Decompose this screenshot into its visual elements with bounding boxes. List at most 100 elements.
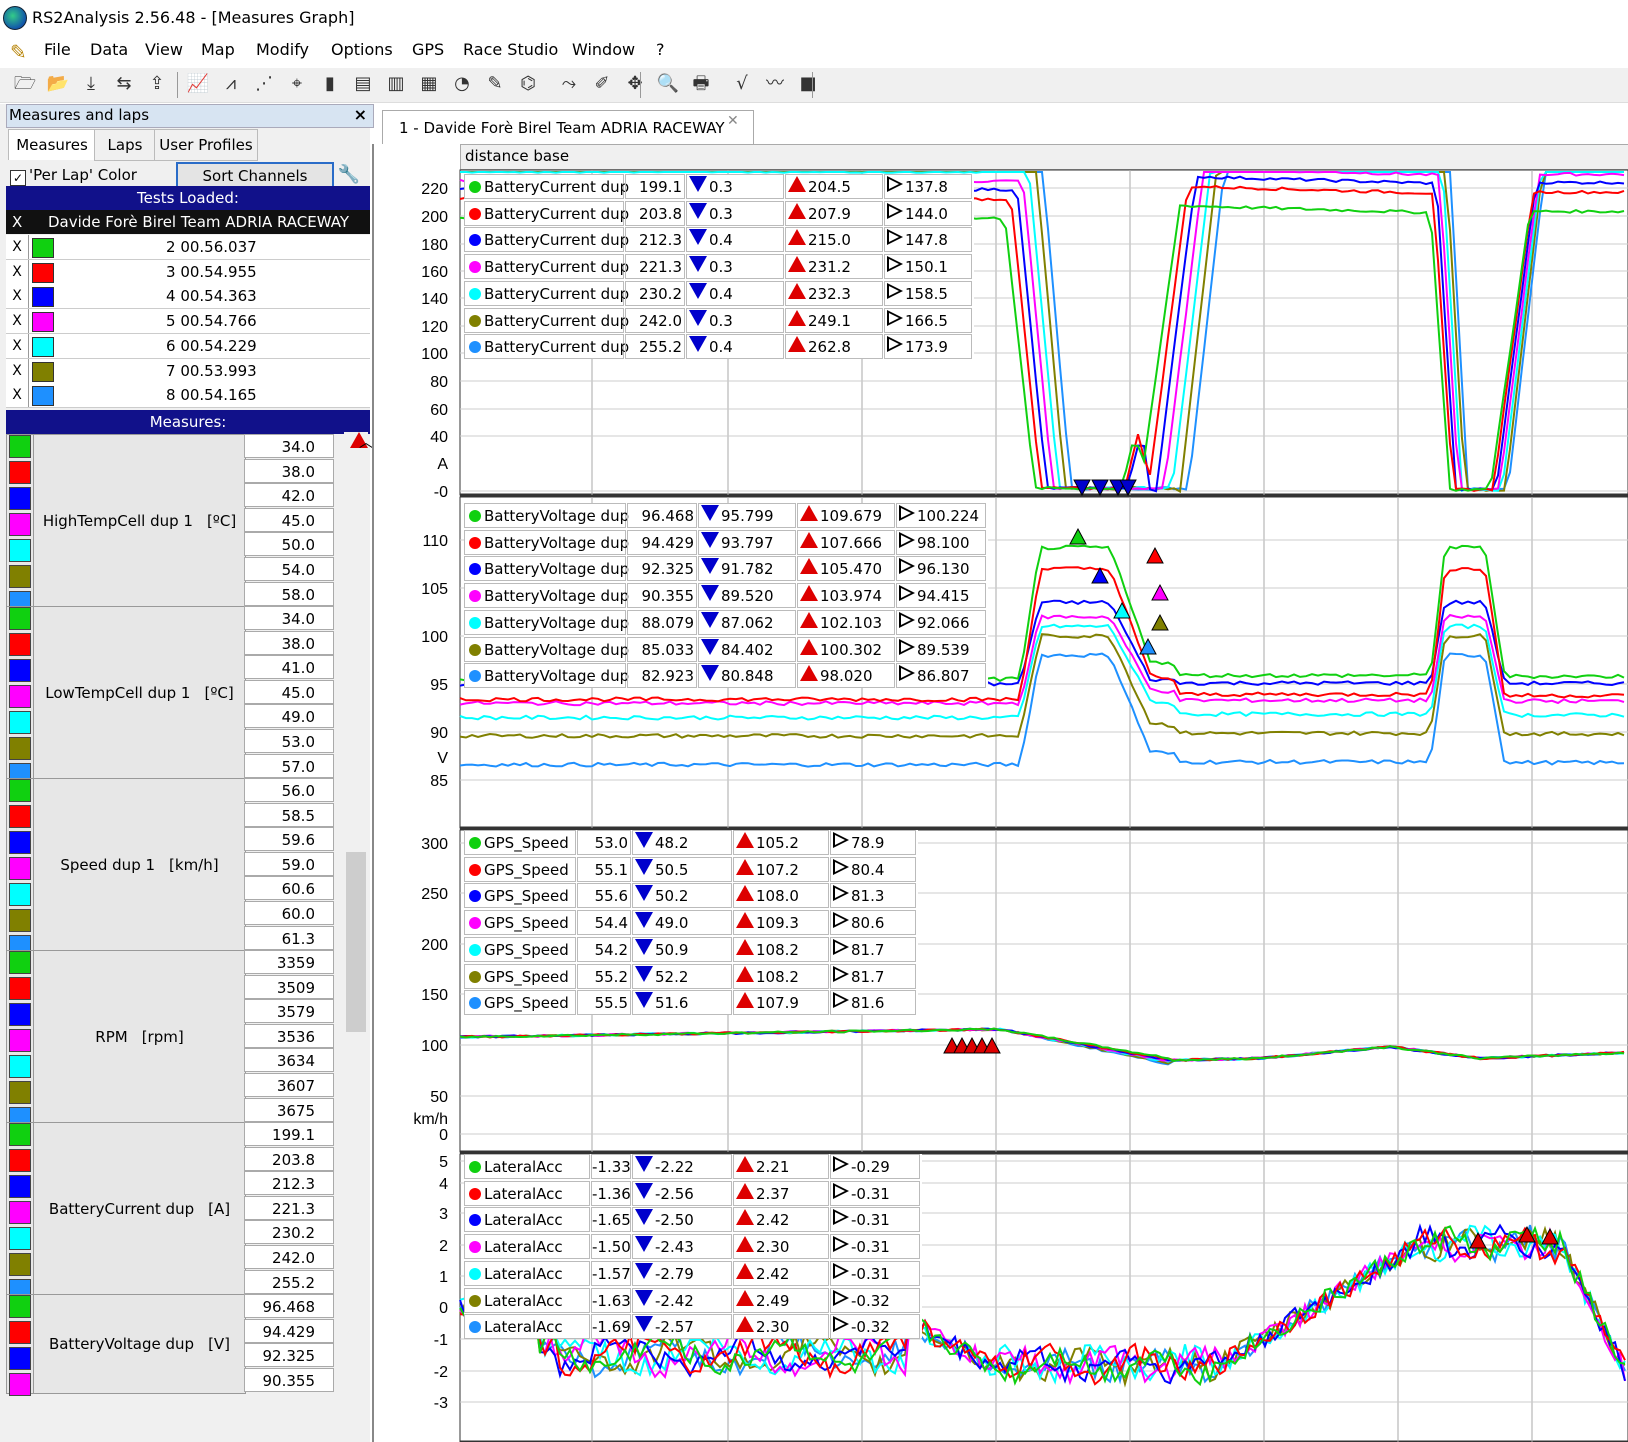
legend-text: 231.2 xyxy=(808,258,851,277)
min-icon xyxy=(701,638,719,655)
y-tick-label: 105 xyxy=(421,581,448,598)
legend-box[interactable]: BatteryVoltage dup 96.468 95.799 109.679 100… xyxy=(464,503,988,689)
legend-avg: 81.6 xyxy=(830,990,916,1016)
legend-row[interactable]: BatteryVoltage dup 92.325 91.782 105.470 96.… xyxy=(464,556,988,582)
legend-box[interactable]: GPS_Speed 53.0 48.2 105.2 78.9 GPS_Speed 55.1 5… xyxy=(464,830,918,1016)
min-icon xyxy=(635,1156,653,1172)
legend-row[interactable]: LateralAcc -1.50 -2.43 2.30 -0.31 xyxy=(464,1234,922,1260)
legend-row[interactable]: BatteryCurrent dup 212.3 0.4 215.0 147.8 xyxy=(464,227,974,253)
legend-row[interactable]: BatteryVoltage dup 85.033 84.402 100.302 89.… xyxy=(464,636,988,663)
legend-row[interactable]: BatteryCurrent dup 242.0 0.3 249.1 166.5 xyxy=(464,307,974,334)
legend-row[interactable]: BatteryVoltage dup 82.923 80.848 98.020 86.8… xyxy=(464,663,988,689)
legend-text: 105.470 xyxy=(820,560,883,579)
legend-text: 0.4 xyxy=(709,338,733,357)
series-dot-icon xyxy=(469,970,481,983)
series-dot-icon xyxy=(469,341,481,354)
legend-box[interactable]: BatteryCurrent dup 199.1 0.3 204.5 137.8 Batt… xyxy=(464,174,974,360)
legend-text: 54.2 xyxy=(594,940,628,959)
legend-row[interactable]: GPS_Speed 55.1 50.5 107.2 80.4 xyxy=(464,856,918,883)
legend-value: 55.1 xyxy=(577,856,631,882)
legend-max: 108.2 xyxy=(733,963,829,989)
legend-row[interactable]: GPS_Speed 54.4 49.0 109.3 80.6 xyxy=(464,910,918,936)
legend-channel: BatteryVoltage dup xyxy=(464,663,629,689)
legend-text: 96.130 xyxy=(917,560,970,579)
legend-avg: -0.29 xyxy=(830,1154,920,1179)
y-tick-label: 90 xyxy=(430,725,448,742)
legend-text: 50.9 xyxy=(655,940,689,959)
y-tick-label: 4 xyxy=(439,1176,448,1193)
min-icon xyxy=(635,1316,653,1333)
legend-text: LateralAcc xyxy=(484,1158,563,1176)
legend-text: -0.31 xyxy=(851,1264,890,1283)
y-tick-label: 160 xyxy=(421,264,448,281)
legend-row[interactable]: GPS_Speed 53.0 48.2 105.2 78.9 xyxy=(464,830,918,856)
legend-text: -1.57 xyxy=(592,1264,631,1283)
legend-value: 53.0 xyxy=(577,830,631,855)
legend-text: BatteryCurrent dup xyxy=(484,284,630,303)
legend-text: 84.402 xyxy=(721,640,774,659)
legend-text: 0.4 xyxy=(709,231,733,250)
min-icon xyxy=(701,665,719,682)
legend-row[interactable]: GPS_Speed 54.2 50.9 108.2 81.7 xyxy=(464,936,918,963)
legend-value: 96.468 xyxy=(627,503,697,528)
legend-min: -2.43 xyxy=(632,1234,732,1260)
legend-text: 52.2 xyxy=(655,967,689,986)
legend-row[interactable]: LateralAcc -1.36 -2.56 2.37 -0.31 xyxy=(464,1180,922,1207)
legend-row[interactable]: BatteryCurrent dup 199.1 0.3 204.5 137.8 xyxy=(464,174,974,200)
legend-row[interactable]: BatteryCurrent dup 255.2 0.4 262.8 173.9 xyxy=(464,334,974,360)
legend-channel: GPS_Speed xyxy=(464,910,576,936)
avg-icon xyxy=(833,965,849,982)
legend-value: 94.429 xyxy=(627,529,697,555)
legend-row[interactable]: BatteryVoltage dup 94.429 93.797 107.666 98.… xyxy=(464,529,988,556)
legend-text: 230.2 xyxy=(639,284,682,303)
legend-text: 215.0 xyxy=(808,231,851,250)
legend-row[interactable]: GPS_Speed 55.5 51.6 107.9 81.6 xyxy=(464,990,918,1016)
legend-text: BatteryVoltage dup xyxy=(484,507,630,525)
max-icon xyxy=(788,229,806,246)
avg-icon xyxy=(899,531,915,548)
legend-text: -2.79 xyxy=(655,1264,694,1283)
legend-row[interactable]: LateralAcc -1.33 -2.22 2.21 -0.29 xyxy=(464,1154,922,1180)
legend-avg: 147.8 xyxy=(884,227,972,253)
legend-row[interactable]: LateralAcc -1.57 -2.79 2.42 -0.31 xyxy=(464,1260,922,1287)
y-tick-label: V xyxy=(437,750,448,767)
legend-channel: BatteryCurrent dup xyxy=(464,307,629,333)
max-icon xyxy=(736,1209,754,1226)
y-tick-label: 100 xyxy=(421,629,448,646)
legend-avg: 137.8 xyxy=(884,174,972,199)
legend-row[interactable]: BatteryVoltage dup 90.355 89.520 103.974 94.… xyxy=(464,583,988,609)
legend-avg: 96.130 xyxy=(896,556,986,582)
max-icon xyxy=(788,256,806,273)
legend-text: -1.33 xyxy=(592,1158,631,1176)
legend-row[interactable]: LateralAcc -1.65 -2.50 2.42 -0.31 xyxy=(464,1207,922,1233)
legend-row[interactable]: BatteryCurrent dup 230.2 0.4 232.3 158.5 xyxy=(464,280,974,307)
legend-avg: -0.31 xyxy=(830,1207,920,1233)
min-icon xyxy=(635,938,653,955)
legend-channel: BatteryVoltage dup xyxy=(464,609,629,635)
legend-channel: BatteryCurrent dup xyxy=(464,254,629,280)
avg-icon xyxy=(833,1236,849,1253)
legend-min: 0.3 xyxy=(686,254,784,280)
legend-row[interactable]: GPS_Speed 55.2 52.2 108.2 81.7 xyxy=(464,963,918,990)
legend-min: 89.520 xyxy=(698,583,796,609)
legend-row[interactable]: LateralAcc -1.63 -2.42 2.49 -0.32 xyxy=(464,1287,922,1314)
legend-text: 108.2 xyxy=(756,940,799,959)
legend-channel: BatteryCurrent dup xyxy=(464,334,629,360)
legend-row[interactable]: BatteryCurrent dup 203.8 0.3 207.9 144.0 xyxy=(464,200,974,227)
legend-row[interactable]: BatteryVoltage dup 96.468 95.799 109.679 100… xyxy=(464,503,988,529)
legend-row[interactable]: LateralAcc -1.69 -2.57 2.30 -0.32 xyxy=(464,1314,922,1340)
legend-row[interactable]: GPS_Speed 55.6 50.2 108.0 81.3 xyxy=(464,883,918,909)
legend-text: 94.429 xyxy=(641,533,695,552)
min-icon xyxy=(701,585,719,602)
legend-text: 94.415 xyxy=(917,587,970,606)
legend-box[interactable]: LateralAcc -1.33 -2.22 2.21 -0.29 LateralAcc -… xyxy=(464,1154,922,1340)
legend-max: 207.9 xyxy=(785,200,883,226)
legend-avg: -0.31 xyxy=(830,1180,920,1206)
legend-row[interactable]: BatteryVoltage dup 88.079 87.062 102.103 92.… xyxy=(464,609,988,636)
y-tick-label: 200 xyxy=(421,937,448,954)
legend-text: 48.2 xyxy=(655,834,689,852)
legend-row[interactable]: BatteryCurrent dup 221.3 0.3 231.2 150.1 xyxy=(464,254,974,280)
series-dot-icon xyxy=(469,181,481,193)
legend-channel: GPS_Speed xyxy=(464,856,576,882)
legend-channel: GPS_Speed xyxy=(464,963,576,989)
